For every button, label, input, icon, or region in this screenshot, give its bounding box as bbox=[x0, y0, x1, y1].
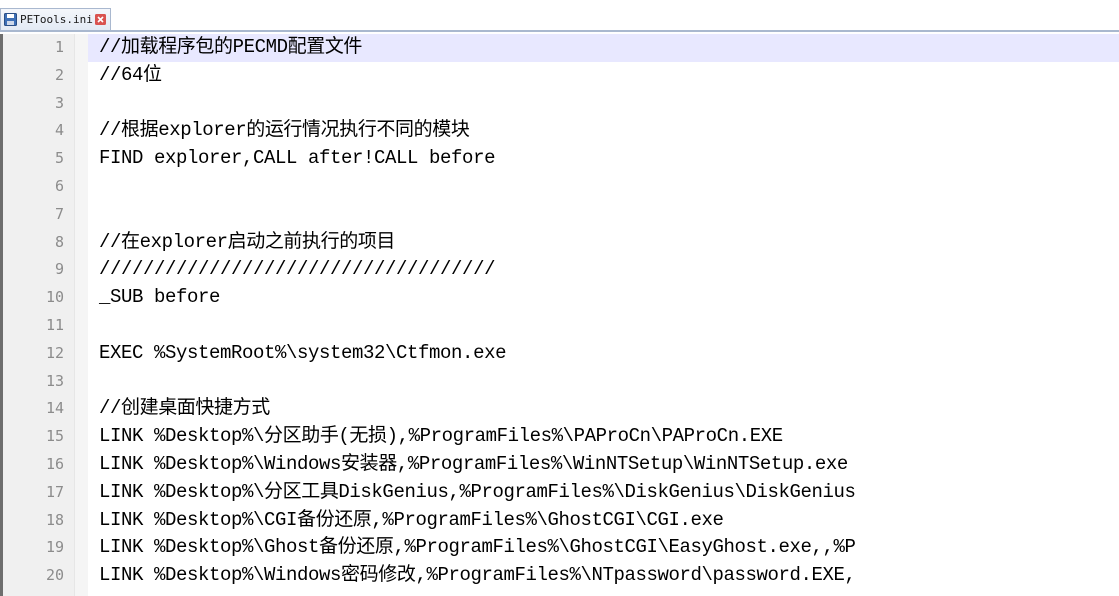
code-line[interactable]: 9 //////////////////////////////////// bbox=[0, 256, 1119, 284]
code-line[interactable]: 19 LINK %Desktop%\Ghost备份还原,%ProgramFile… bbox=[0, 534, 1119, 562]
code-text: EXEC %SystemRoot%\system32\Ctfmon.exe bbox=[99, 341, 507, 364]
code-text: LINK %Desktop%\分区助手(无损),%ProgramFiles%\P… bbox=[99, 425, 783, 448]
code-text: //在explorer启动之前执行的项目 bbox=[99, 230, 396, 253]
notepad-plus-plus-window: PETools.ini 1 //加载程序包的PECMD配置文件 2 //64位 … bbox=[0, 0, 1119, 596]
save-icon bbox=[4, 13, 17, 26]
code-text: //根据explorer的运行情况执行不同的模块 bbox=[99, 119, 470, 142]
editor-area[interactable]: 1 //加载程序包的PECMD配置文件 2 //64位 3 4 //根据expl… bbox=[0, 34, 1119, 596]
code-line[interactable]: 12 EXEC %SystemRoot%\system32\Ctfmon.exe bbox=[0, 340, 1119, 368]
tab-underline bbox=[0, 30, 1119, 32]
line-number: 8 bbox=[54, 232, 64, 251]
line-number: 17 bbox=[45, 482, 64, 501]
line-number: 11 bbox=[45, 316, 64, 334]
code-text: LINK %Desktop%\Ghost备份还原,%ProgramFiles%\… bbox=[99, 536, 856, 559]
code-line[interactable]: 7 bbox=[0, 201, 1119, 229]
line-number: 19 bbox=[45, 538, 64, 557]
tab-label: PETools.ini bbox=[20, 12, 93, 26]
code-text: LINK %Desktop%\分区工具DiskGenius,%ProgramFi… bbox=[99, 480, 856, 503]
line-number: 1 bbox=[54, 38, 64, 56]
code-line[interactable]: 1 //加载程序包的PECMD配置文件 bbox=[0, 34, 1119, 62]
code-line[interactable]: 13 bbox=[0, 368, 1119, 396]
line-number: 9 bbox=[54, 260, 64, 279]
code-text: FIND explorer,CALL after!CALL before bbox=[99, 147, 496, 170]
code-text: LINK %Desktop%\Windows安装器,%ProgramFiles%… bbox=[99, 453, 848, 475]
code-line[interactable]: 6 bbox=[0, 173, 1119, 201]
code-line[interactable]: 17 LINK %Desktop%\分区工具DiskGenius,%Progra… bbox=[0, 479, 1119, 507]
code-line[interactable]: 20 LINK %Desktop%\Windows密码修改,%ProgramFi… bbox=[0, 562, 1119, 590]
code-text: //////////////////////////////////// bbox=[99, 258, 496, 281]
line-number: 10 bbox=[45, 288, 64, 307]
line-number: 16 bbox=[45, 455, 64, 473]
code-line[interactable]: 18 LINK %Desktop%\CGI备份还原,%ProgramFiles%… bbox=[0, 507, 1119, 535]
code-line[interactable]: 14 //创建桌面快捷方式 bbox=[0, 395, 1119, 423]
code-line[interactable]: 3 bbox=[0, 90, 1119, 118]
code-line[interactable]: 5 FIND explorer,CALL after!CALL before bbox=[0, 145, 1119, 173]
line-number: 3 bbox=[54, 93, 64, 112]
line-number: 2 bbox=[54, 65, 64, 84]
code-text: //64位 bbox=[99, 63, 162, 86]
line-number: 6 bbox=[54, 177, 64, 195]
close-icon[interactable] bbox=[94, 14, 106, 25]
code-line[interactable]: 10 _SUB before bbox=[0, 284, 1119, 312]
line-number: 20 bbox=[45, 566, 64, 585]
code-text: _SUB before bbox=[99, 286, 221, 309]
line-number: 5 bbox=[54, 149, 64, 168]
line-number: 12 bbox=[45, 343, 64, 362]
line-number: 14 bbox=[45, 399, 64, 418]
code-line[interactable]: 15 LINK %Desktop%\分区助手(无损),%ProgramFiles… bbox=[0, 423, 1119, 451]
line-number: 15 bbox=[45, 427, 64, 446]
code-text: //加载程序包的PECMD配置文件 bbox=[99, 36, 363, 58]
code-line[interactable]: 16 LINK %Desktop%\Windows安装器,%ProgramFil… bbox=[0, 451, 1119, 479]
code-line[interactable]: 11 bbox=[0, 312, 1119, 340]
code-line[interactable]: 4 //根据explorer的运行情况执行不同的模块 bbox=[0, 117, 1119, 145]
code-line[interactable]: 8 //在explorer启动之前执行的项目 bbox=[0, 229, 1119, 257]
code-text: LINK %Desktop%\Windows密码修改,%ProgramFiles… bbox=[99, 564, 856, 587]
line-number: 18 bbox=[45, 510, 64, 529]
code-line[interactable]: 2 //64位 bbox=[0, 62, 1119, 90]
code-text: LINK %Desktop%\CGI备份还原,%ProgramFiles%\Gh… bbox=[99, 508, 724, 531]
line-number: 13 bbox=[45, 371, 64, 390]
line-number: 7 bbox=[54, 204, 64, 223]
tab-bar: PETools.ini bbox=[0, 0, 1119, 34]
line-number: 4 bbox=[54, 121, 64, 140]
code-text: //创建桌面快捷方式 bbox=[99, 397, 270, 420]
tab-petools-ini[interactable]: PETools.ini bbox=[0, 8, 111, 30]
